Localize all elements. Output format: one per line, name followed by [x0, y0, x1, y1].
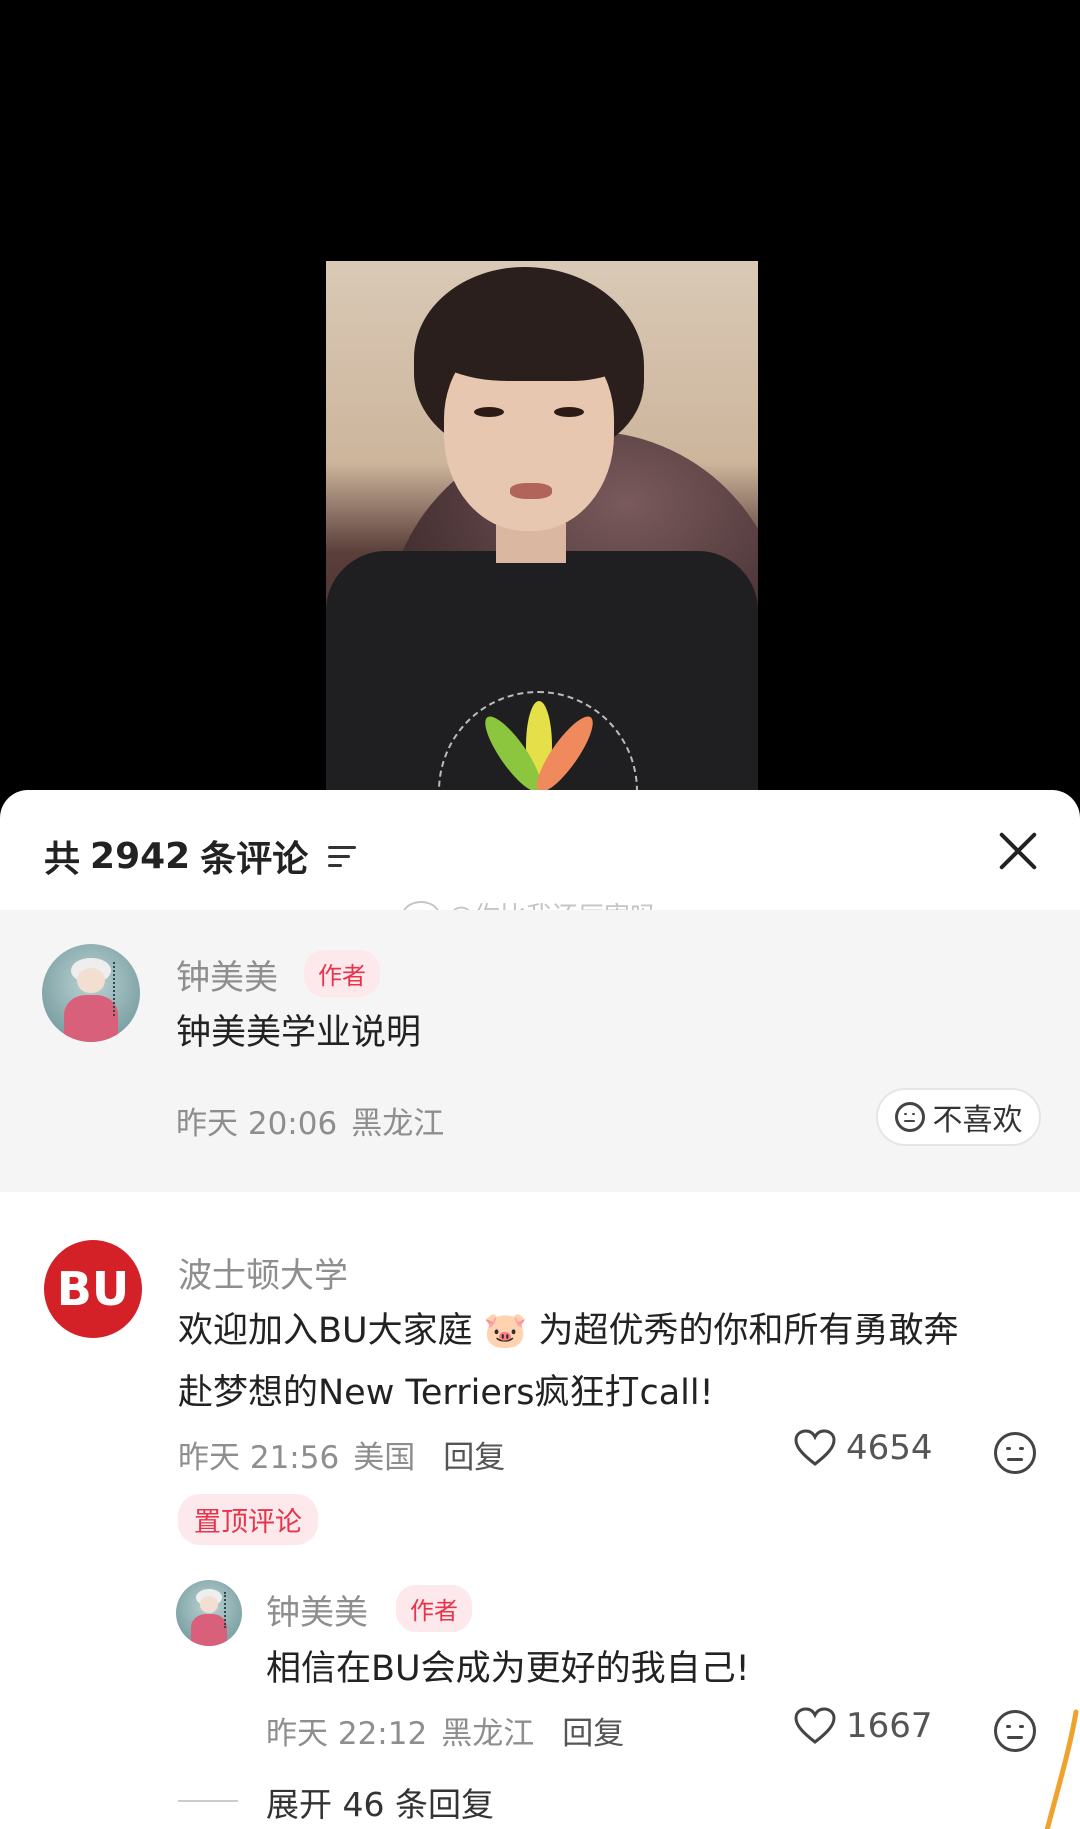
comment-time: 昨天 20:06	[176, 1106, 338, 1142]
comment-location: 黑龙江	[441, 1716, 535, 1752]
count-value: 2942	[90, 835, 191, 877]
eye-left	[474, 407, 504, 417]
avatar[interactable]	[42, 944, 140, 1042]
author-comment-block	[0, 910, 1080, 1192]
video-player[interactable]	[0, 0, 1080, 800]
username[interactable]: 钟美美	[266, 1585, 368, 1634]
divider	[178, 1800, 238, 1802]
reply-button[interactable]: 回复	[443, 1432, 505, 1477]
like-count: 4654	[846, 1428, 933, 1468]
comment-location: 美国	[353, 1440, 416, 1476]
neutral-face-icon[interactable]	[994, 1710, 1036, 1752]
comment-time: 昨天 22:12	[266, 1716, 428, 1752]
dislike-button[interactable]: 不喜欢	[876, 1088, 1041, 1146]
comment-count: 共 2942 条评论	[44, 830, 357, 882]
eye-right	[554, 407, 584, 417]
comment-meta: 昨天 21:56 美国 回复	[178, 1432, 505, 1477]
neutral-face-icon[interactable]	[994, 1432, 1036, 1474]
comment-text-line2: 赴梦想的New Terriers疯狂打call!	[178, 1373, 714, 1413]
avatar-text: BU	[56, 1262, 130, 1316]
username[interactable]: 钟美美	[176, 950, 278, 999]
mouth	[510, 483, 552, 499]
heart-icon	[794, 1707, 836, 1744]
pinned-badge: 置顶评论	[178, 1494, 318, 1545]
bu-logo-avatar[interactable]: BU	[44, 1240, 142, 1338]
count-suffix: 条评论	[200, 839, 309, 880]
author-badge: 作者	[396, 1585, 472, 1632]
comment-meta: 昨天 22:12 黑龙江 回复	[266, 1708, 624, 1753]
close-icon[interactable]	[996, 828, 1042, 874]
count-prefix: 共	[44, 839, 81, 880]
comment-location: 黑龙江	[351, 1106, 445, 1142]
author-badge: 作者	[304, 950, 380, 997]
heart-icon	[794, 1429, 836, 1466]
sheet-header: 共 2942 条评论	[0, 790, 1080, 910]
comment-text: 相信在BU会成为更好的我自己!	[266, 1649, 750, 1689]
comment-text-line1: 欢迎加入BU大家庭 🐷 为超优秀的你和所有勇敢奔	[178, 1311, 959, 1351]
dislike-label: 不喜欢	[932, 1103, 1023, 1138]
video-frame	[326, 261, 758, 791]
avatar[interactable]	[176, 1580, 242, 1646]
expand-replies-button[interactable]: 展开 46 条回复	[266, 1778, 494, 1826]
sort-lines-icon[interactable]	[328, 844, 357, 868]
comment-time: 昨天 21:56	[178, 1440, 340, 1476]
bangs	[424, 285, 634, 381]
username[interactable]: 波士顿大学	[178, 1248, 348, 1297]
like-count: 1667	[846, 1706, 933, 1746]
comment-text: 钟美美学业说明	[176, 1013, 422, 1053]
like-button[interactable]: 4654	[794, 1428, 933, 1468]
neutral-face-icon	[894, 1102, 925, 1132]
like-button[interactable]: 1667	[794, 1706, 933, 1746]
comment-meta: 昨天 20:06 黑龙江	[176, 1098, 444, 1143]
orange-annotation-stroke	[1044, 1709, 1079, 1829]
reply-button[interactable]: 回复	[562, 1708, 624, 1753]
